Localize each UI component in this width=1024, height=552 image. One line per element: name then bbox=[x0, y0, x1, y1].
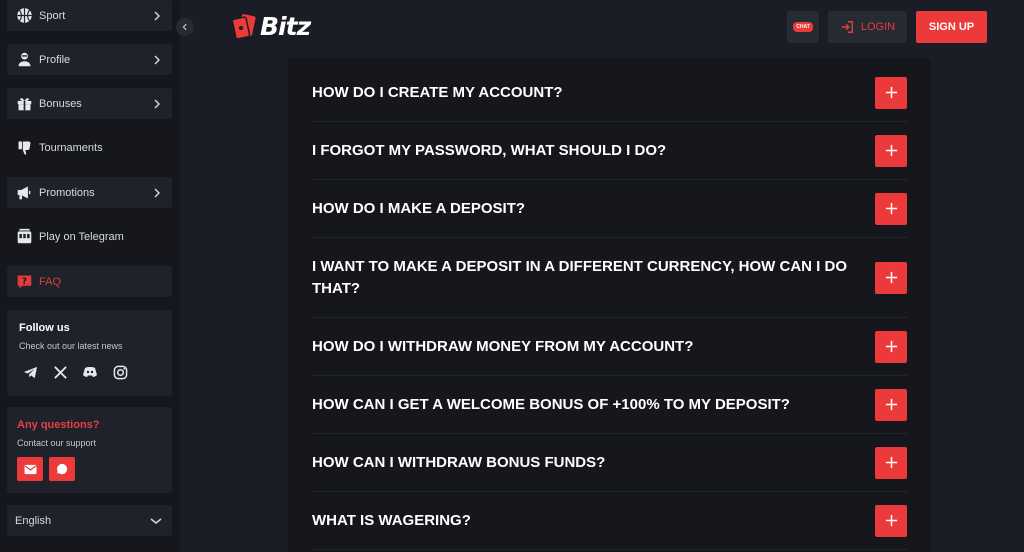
plus-icon bbox=[885, 271, 897, 284]
expand-button[interactable] bbox=[875, 134, 907, 167]
basketball-icon bbox=[15, 7, 33, 25]
faq-question: I WANT TO MAKE A DEPOSIT IN A DIFFERENT … bbox=[312, 257, 848, 297]
faq-panel: HOW DO I CREATE MY ACCOUNT? I FORGOT MY … bbox=[288, 58, 931, 552]
sidebar-item-label: Profile bbox=[39, 53, 71, 66]
chevron-left-icon bbox=[182, 23, 187, 31]
expand-button[interactable] bbox=[875, 76, 907, 109]
login-icon bbox=[841, 21, 853, 33]
faq-question: HOW CAN I WITHDRAW BONUS FUNDS? bbox=[312, 453, 606, 471]
chevron-right-icon bbox=[154, 188, 160, 197]
faq-item[interactable]: WHAT IS WAGERING? bbox=[312, 492, 907, 550]
instagram-icon[interactable] bbox=[112, 364, 128, 380]
plus-icon bbox=[885, 456, 897, 469]
chevron-right-icon bbox=[154, 55, 160, 64]
sidebar-item-label: Play on Telegram bbox=[39, 230, 124, 243]
expand-button[interactable] bbox=[875, 446, 907, 479]
faq-question: WHAT IS WAGERING? bbox=[312, 511, 471, 529]
chat-label: CHAT bbox=[793, 22, 813, 32]
plus-icon bbox=[885, 398, 897, 411]
faq-question: HOW CAN I GET A WELCOME BONUS OF +100% T… bbox=[312, 395, 790, 413]
plus-icon bbox=[885, 514, 897, 527]
user-icon bbox=[15, 51, 33, 69]
telegram-icon[interactable] bbox=[22, 364, 38, 380]
language-select[interactable]: English bbox=[7, 505, 172, 536]
support-subtitle: Contact our support bbox=[17, 438, 97, 448]
svg-text:?: ? bbox=[22, 277, 27, 287]
sidebar-item-profile[interactable]: Profile bbox=[7, 44, 172, 75]
chevron-down-icon bbox=[150, 517, 162, 524]
gift-icon bbox=[15, 95, 33, 113]
plus-icon bbox=[885, 86, 897, 99]
faq-item[interactable]: HOW CAN I WITHDRAW BONUS FUNDS? bbox=[312, 434, 907, 492]
collapse-sidebar-button[interactable] bbox=[176, 18, 194, 36]
language-label: English bbox=[15, 514, 52, 527]
sidebar-item-promotions[interactable]: Promotions bbox=[7, 177, 172, 208]
signup-button[interactable]: SIGN UP bbox=[916, 11, 987, 43]
expand-button[interactable] bbox=[875, 330, 907, 363]
sidebar-item-tournaments[interactable]: Tournaments bbox=[7, 132, 172, 163]
faq-question: I FORGOT MY PASSWORD, WHAT SHOULD I DO? bbox=[312, 141, 667, 159]
support-title: Any questions? bbox=[17, 419, 100, 431]
sidebar-item-label: Promotions bbox=[39, 186, 95, 199]
faq-item[interactable]: I WANT TO MAKE A DEPOSIT IN A DIFFERENT … bbox=[312, 238, 907, 318]
logo[interactable]: Bitz bbox=[232, 12, 311, 41]
chat-support-button[interactable] bbox=[49, 457, 75, 481]
megaphone-icon bbox=[15, 184, 33, 202]
faq-item[interactable]: I FORGOT MY PASSWORD, WHAT SHOULD I DO? bbox=[312, 122, 907, 180]
faq-item[interactable]: HOW DO I WITHDRAW MONEY FROM MY ACCOUNT? bbox=[312, 318, 907, 376]
chat-icon bbox=[56, 463, 68, 475]
plus-icon bbox=[885, 202, 897, 215]
logo-cards-icon bbox=[232, 13, 256, 40]
faq-question: HOW DO I CREATE MY ACCOUNT? bbox=[312, 83, 563, 101]
logo-text: Bitz bbox=[260, 12, 311, 41]
follow-us-title: Follow us bbox=[19, 322, 70, 334]
thumbs-down-icon bbox=[15, 139, 33, 157]
expand-button[interactable] bbox=[875, 261, 907, 294]
sidebar-item-bonuses[interactable]: Bonuses bbox=[7, 88, 172, 119]
chat-button[interactable]: CHAT bbox=[787, 11, 819, 43]
expand-button[interactable] bbox=[875, 192, 907, 225]
sidebar-item-label: Tournaments bbox=[39, 141, 103, 154]
sidebar-item-faq[interactable]: ? FAQ bbox=[7, 266, 172, 297]
mail-button[interactable] bbox=[17, 457, 43, 481]
faq-item[interactable]: HOW CAN I GET A WELCOME BONUS OF +100% T… bbox=[312, 376, 907, 434]
support-card: Any questions? Contact our support bbox=[7, 407, 172, 493]
plus-icon bbox=[885, 144, 897, 157]
faq-question: HOW DO I MAKE A DEPOSIT? bbox=[312, 199, 526, 217]
chevron-right-icon bbox=[154, 11, 160, 20]
login-button[interactable]: LOGIN bbox=[828, 11, 907, 43]
faq-question: HOW DO I WITHDRAW MONEY FROM MY ACCOUNT? bbox=[312, 337, 694, 355]
sidebar-item-label: Bonuses bbox=[39, 97, 82, 110]
faq-item[interactable]: HOW DO I CREATE MY ACCOUNT? bbox=[312, 64, 907, 122]
mail-icon bbox=[24, 464, 36, 474]
sidebar-item-label: Sport bbox=[39, 9, 66, 22]
chevron-right-icon bbox=[154, 99, 160, 108]
login-label: LOGIN bbox=[860, 21, 896, 33]
sidebar-item-sport[interactable]: Sport bbox=[7, 0, 172, 31]
sidebar-item-play-on-telegram[interactable]: Play on Telegram bbox=[7, 221, 172, 252]
x-icon[interactable] bbox=[52, 364, 68, 380]
expand-button[interactable] bbox=[875, 504, 907, 537]
sidebar-item-label: FAQ bbox=[39, 275, 62, 288]
plus-icon bbox=[885, 340, 897, 353]
faq-item[interactable]: HOW DO I MAKE A DEPOSIT? bbox=[312, 180, 907, 238]
slot-machine-icon bbox=[15, 228, 33, 246]
follow-us-subtitle: Check out our latest news bbox=[19, 341, 123, 351]
question-icon: ? bbox=[15, 273, 33, 291]
signup-label: SIGN UP bbox=[928, 21, 975, 33]
follow-us-card: Follow us Check out our latest news bbox=[7, 310, 172, 396]
discord-icon[interactable] bbox=[82, 364, 98, 380]
expand-button[interactable] bbox=[875, 388, 907, 421]
sidebar: Sport Profile Bonuses Tournaments Promot… bbox=[0, 0, 180, 552]
